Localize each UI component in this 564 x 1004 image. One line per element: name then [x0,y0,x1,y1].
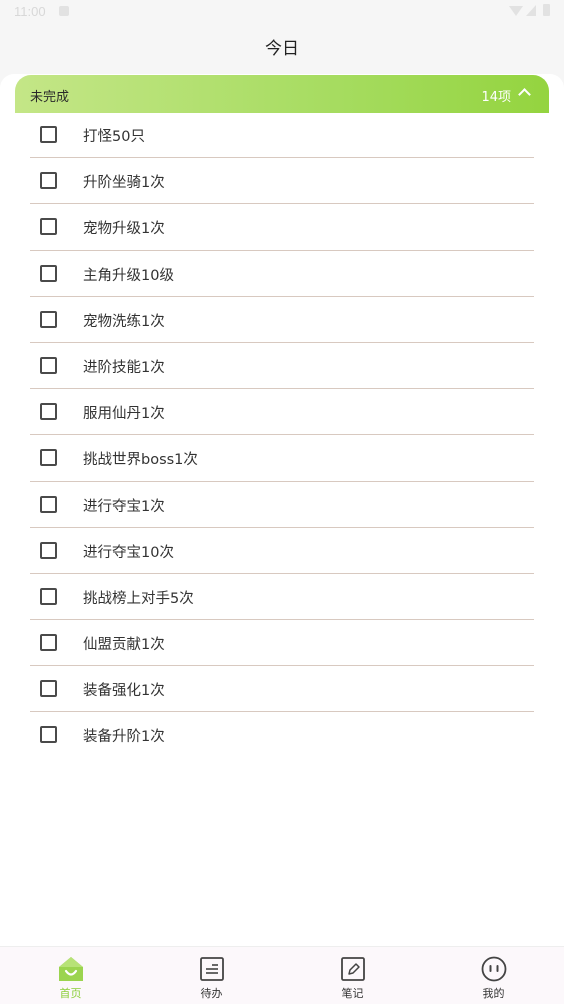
task-label: 仙盟贡献1次 [83,637,165,654]
nav-home-label: 首页 [59,987,82,1000]
task-label: 打怪50只 [83,129,145,145]
task-label: 装备强化1次 [83,683,165,700]
task-panel: 未完成 14项 打怪50只升阶坐骑1次 宠物升级1次 主角升级10级 宠物洗练1次 进阶… [0,74,564,946]
todo-list-icon [200,957,224,981]
task-label: 挑战榜上对手5次 [83,590,194,607]
task-checkbox[interactable] [40,218,57,236]
task-checkbox[interactable] [40,126,57,143]
task-checkbox[interactable] [40,541,57,559]
task-label: 进行夺宝10次 [83,544,174,561]
task-row[interactable]: 升阶坐骑1次 [30,158,534,205]
nav-mine[interactable]: 我的 [423,947,564,1004]
status-time: 11:00 [14,4,46,19]
task-row[interactable]: 进阶技能1次 [30,343,534,390]
task-row[interactable]: 服用仙丹1次 [30,389,534,436]
task-label: 宠物洗练1次 [83,313,165,330]
task-row[interactable]: 宠物升级1次 [30,204,534,251]
task-checkbox[interactable] [40,495,57,513]
incomplete-group-header[interactable]: 未完成 14项 [15,75,549,113]
chevron-up-icon[interactable] [518,88,531,101]
task-label: 服用仙丹1次 [83,406,165,423]
group-label: 未完成 [30,90,70,105]
group-count: 14项 [481,90,511,105]
nav-todo-label: 待办 [200,987,223,1000]
task-row[interactable]: 宠物洗练1次 [30,297,534,343]
task-checkbox[interactable] [40,634,57,652]
battery-icon [543,4,550,16]
nav-home[interactable]: 首页 [0,947,141,1004]
task-row[interactable]: 挑战世界boss1次 [30,435,534,482]
task-label: 宠物升级1次 [83,221,165,238]
bottom-nav: 首页 待办 笔记 我的 [0,946,564,1004]
task-checkbox[interactable] [40,726,57,744]
task-row[interactable]: 挑战榜上对手5次 [30,574,534,621]
task-checkbox[interactable] [40,587,57,605]
task-checkbox[interactable] [40,264,57,282]
signal-icon [526,5,536,16]
task-label: 装备升阶1次 [83,729,165,746]
nav-mine-label: 我的 [482,987,505,1000]
task-row[interactable]: 进行夺宝10次 [30,528,534,574]
task-row[interactable]: 进行夺宝1次 [30,482,534,528]
task-checkbox[interactable] [40,680,57,698]
task-label: 主角升级10级 [83,267,174,284]
nav-notes-label: 笔记 [341,987,364,1000]
task-row[interactable]: 打怪50只 [30,112,534,159]
task-checkbox[interactable] [40,356,57,374]
notification-icon [59,6,69,16]
task-label: 升阶坐骑1次 [83,175,165,192]
page-title: 今日 [265,39,299,59]
task-row[interactable]: 仙盟贡献1次 [30,620,534,667]
task-label: 进行夺宝1次 [83,498,165,515]
wifi-icon [509,6,523,16]
nav-notes[interactable]: 笔记 [282,947,423,1004]
task-checkbox[interactable] [40,449,57,467]
task-checkbox[interactable] [40,403,57,421]
task-list: 打怪50只升阶坐骑1次 宠物升级1次 主角升级10级 宠物洗练1次 进阶技能1次 服用仙丹… [30,112,534,759]
task-checkbox[interactable] [40,310,57,328]
task-row[interactable]: 主角升级10级 [30,251,534,297]
task-label: 进阶技能1次 [83,359,165,376]
task-checkbox[interactable] [40,172,57,190]
profile-face-icon [481,956,507,982]
status-bar: 11:00 [0,0,564,24]
home-icon [59,957,83,981]
nav-todo[interactable]: 待办 [141,947,282,1004]
task-row[interactable]: 装备升阶1次 [30,712,534,758]
edit-note-icon [341,957,365,981]
task-label: 挑战世界boss1次 [83,452,198,469]
task-row[interactable]: 装备强化1次 [30,666,534,713]
